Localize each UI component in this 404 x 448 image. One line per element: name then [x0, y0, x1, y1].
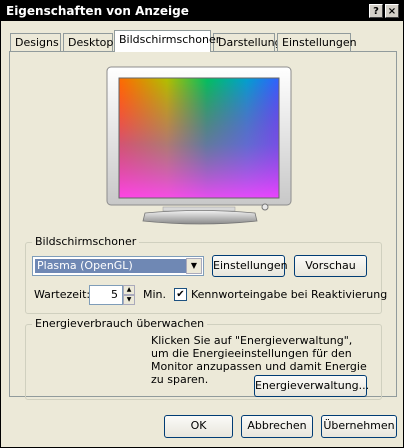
power-group-label: Energieverbrauch überwachen [32, 317, 208, 330]
tab-designs[interactable]: Designs [10, 33, 61, 51]
cancel-button[interactable]: Abbrechen [241, 415, 313, 438]
chevron-down-icon[interactable]: ▼ [186, 258, 202, 274]
screensaver-selected-value: Plasma (OpenGL) [35, 259, 187, 273]
wait-time-spinner[interactable]: ▲ ▼ [123, 285, 135, 305]
wait-label: Wartezeit: [34, 288, 91, 301]
power-management-button[interactable]: Energieverwaltung... [254, 375, 369, 397]
window-title: Eigenschaften von Anzeige [6, 4, 189, 18]
wait-unit-label: Min. [143, 288, 167, 301]
screensaver-group-label: Bildschirmschoner [32, 235, 140, 248]
screensaver-select[interactable]: Plasma (OpenGL) ▼ [32, 256, 204, 276]
title-bar[interactable]: Eigenschaften von Anzeige ? × [1, 1, 403, 21]
screensaver-group: Bildschirmschoner [25, 235, 382, 314]
wait-time-input[interactable]: 5 [89, 285, 123, 305]
settings-button[interactable]: Einstellungen [212, 255, 288, 277]
spin-up-icon[interactable]: ▲ [123, 285, 135, 295]
apply-button[interactable]: Übernehmen [321, 415, 397, 438]
tab-screensaver[interactable]: Bildschirmschoner [114, 30, 220, 52]
tab-desktop[interactable]: Desktop [63, 33, 113, 51]
tab-appearance[interactable]: Darstellung [213, 33, 282, 51]
spin-down-icon[interactable]: ▼ [123, 295, 135, 305]
help-button[interactable]: ? [369, 4, 383, 18]
close-button[interactable]: × [385, 4, 399, 18]
display-properties-window: Eigenschaften von Anzeige ? × Designs De… [0, 0, 404, 448]
tab-settings[interactable]: Einstellungen [277, 33, 357, 51]
password-checkbox-label[interactable]: Kennworteingabe bei Reaktivierung [191, 288, 387, 301]
ok-button[interactable]: OK [164, 415, 233, 438]
password-checkbox[interactable]: ✔ [174, 288, 187, 301]
monitor-preview-icon [106, 66, 292, 225]
preview-button[interactable]: Vorschau [294, 255, 367, 277]
